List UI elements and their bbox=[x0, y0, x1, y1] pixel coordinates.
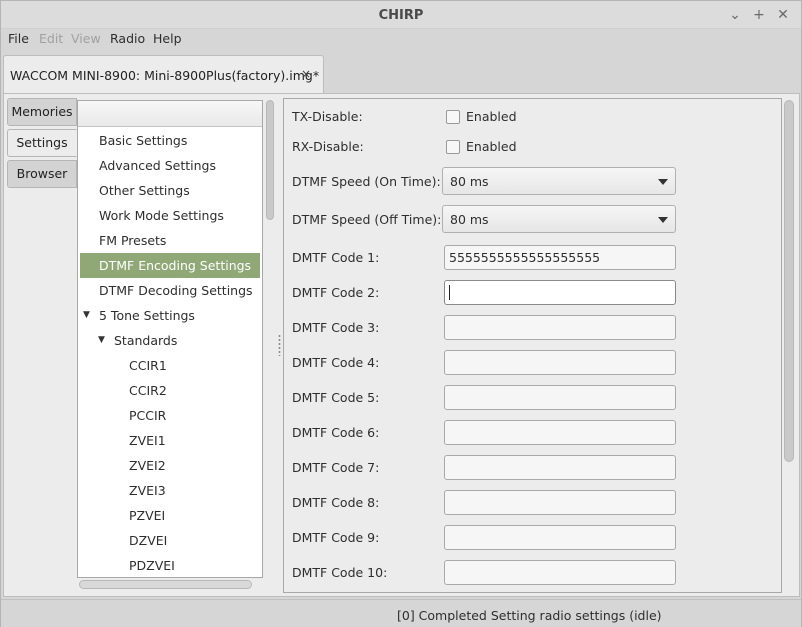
tree-item-label: Basic Settings bbox=[99, 133, 188, 148]
dtmf-code-8-label: DMTF Code 8: bbox=[292, 495, 380, 510]
dtmf-code-4-label: DMTF Code 4: bbox=[292, 355, 380, 370]
dtmf-code-9-field[interactable] bbox=[444, 525, 676, 550]
tree-item[interactable]: PZVEI bbox=[78, 503, 262, 528]
document-tab-label: WACCOM MINI-8900: Mini-8900Plus(factory)… bbox=[10, 68, 320, 83]
dtmf-code-3-field[interactable] bbox=[444, 315, 676, 340]
tree-horizontal-scrollbar[interactable] bbox=[79, 580, 252, 589]
dtmf-speed-on-value: 80 ms bbox=[450, 174, 489, 189]
dtmf-code-8-field[interactable] bbox=[444, 490, 676, 515]
tree-item[interactable]: PCCIR bbox=[78, 403, 262, 428]
tree-item-label: CCIR1 bbox=[129, 358, 167, 373]
menu-edit: Edit bbox=[39, 31, 64, 46]
dtmf-speed-off-label: DTMF Speed (Off Time): bbox=[292, 212, 442, 227]
tree-item[interactable]: CCIR2 bbox=[78, 378, 262, 403]
tree-item[interactable]: CCIR1 bbox=[78, 353, 262, 378]
tree-item-label: CCIR2 bbox=[129, 383, 167, 398]
dtmf-speed-off-select[interactable]: 80 ms bbox=[442, 205, 676, 233]
tree-item-label: DTMF Encoding Settings bbox=[99, 258, 252, 273]
menu-radio[interactable]: Radio bbox=[110, 31, 145, 46]
dtmf-code-2-label: DMTF Code 2: bbox=[292, 285, 380, 300]
dtmf-speed-on-select[interactable]: 80 ms bbox=[442, 167, 676, 195]
dtmf-code-2-field[interactable] bbox=[444, 280, 676, 305]
dtmf-code-1-label: DMTF Code 1: bbox=[292, 250, 380, 265]
tree-item-label: PZVEI bbox=[129, 508, 166, 523]
tree-item[interactable]: ZVEI2 bbox=[78, 453, 262, 478]
tree-item-label: ZVEI2 bbox=[129, 458, 166, 473]
dtmf-code-1-field[interactable]: 5555555555555555555 bbox=[444, 245, 676, 270]
tree-item[interactable]: Basic Settings bbox=[78, 128, 262, 153]
dtmf-code-5-label: DMTF Code 5: bbox=[292, 390, 380, 405]
tree-item[interactable]: Work Mode Settings bbox=[78, 203, 262, 228]
dtmf-speed-on-label: DTMF Speed (On Time): bbox=[292, 174, 441, 189]
dtmf-code-7-label: DMTF Code 7: bbox=[292, 460, 380, 475]
dtmf-code-10-field[interactable] bbox=[444, 560, 676, 585]
rx-disable-check-label[interactable]: Enabled bbox=[466, 139, 517, 154]
settings-tree: Basic Settings Advanced Settings Other S… bbox=[77, 100, 263, 578]
dtmf-code-9-label: DMTF Code 9: bbox=[292, 530, 380, 545]
tab-browser[interactable]: Browser bbox=[7, 160, 77, 188]
text-cursor bbox=[449, 285, 450, 300]
chevron-down-icon bbox=[658, 179, 668, 185]
tab-close-icon[interactable]: × bbox=[301, 67, 311, 81]
tx-disable-label: TX-Disable: bbox=[292, 109, 363, 124]
tree-column-header[interactable] bbox=[78, 101, 262, 127]
tree-item[interactable]: ▼ 5 Tone Settings bbox=[78, 303, 262, 328]
tree-item[interactable]: DTMF Decoding Settings bbox=[78, 278, 262, 303]
close-icon[interactable]: ✕ bbox=[773, 5, 793, 25]
tree-item-label: Advanced Settings bbox=[99, 158, 216, 173]
tree-item-label: DTMF Decoding Settings bbox=[99, 283, 253, 298]
tree-item-label: PDZVEI bbox=[129, 558, 175, 573]
tree-item[interactable]: ▼ Standards bbox=[78, 328, 262, 353]
chevron-down-icon bbox=[658, 217, 668, 223]
tree-vertical-scrollbar[interactable] bbox=[266, 100, 274, 220]
dtmf-code-3-label: DMTF Code 3: bbox=[292, 320, 380, 335]
tree-item-label: FM Presets bbox=[99, 233, 167, 248]
dtmf-code-6-label: DMTF Code 6: bbox=[292, 425, 380, 440]
tree-item[interactable]: PDZVEI bbox=[78, 553, 262, 577]
pane-resize-handle[interactable] bbox=[278, 334, 281, 356]
menu-view: View bbox=[71, 31, 101, 46]
tree-item-label: ZVEI1 bbox=[129, 433, 166, 448]
tree-item[interactable]: DZVEI bbox=[78, 528, 262, 553]
title-bar: CHIRP ⌄ + ✕ bbox=[1, 1, 801, 29]
tree-item[interactable]: Other Settings bbox=[78, 178, 262, 203]
tree-item-label: PCCIR bbox=[129, 408, 167, 423]
menu-help[interactable]: Help bbox=[153, 31, 182, 46]
dtmf-code-4-field[interactable] bbox=[444, 350, 676, 375]
dtmf-code-5-field[interactable] bbox=[444, 385, 676, 410]
rx-disable-checkbox[interactable] bbox=[446, 140, 460, 154]
tree-item-label: Other Settings bbox=[99, 183, 190, 198]
dtmf-code-7-field[interactable] bbox=[444, 455, 676, 480]
tab-settings[interactable]: Settings bbox=[7, 129, 77, 157]
tree-item-selected[interactable]: DTMF Encoding Settings bbox=[80, 253, 260, 278]
rx-disable-label: RX-Disable: bbox=[292, 139, 364, 154]
expander-down-icon[interactable]: ▼ bbox=[98, 328, 105, 353]
window-title: CHIRP bbox=[378, 8, 424, 23]
tree-item-label: Work Mode Settings bbox=[99, 208, 224, 223]
expander-down-icon[interactable]: ▼ bbox=[83, 303, 90, 328]
dtmf-speed-off-value: 80 ms bbox=[450, 212, 489, 227]
dtmf-code-10-label: DMTF Code 10: bbox=[292, 565, 388, 580]
tree-item-label: ZVEI3 bbox=[129, 483, 166, 498]
status-text: [0] Completed Setting radio settings (id… bbox=[397, 608, 662, 623]
tree-item[interactable]: FM Presets bbox=[78, 228, 262, 253]
tree-item[interactable]: ZVEI3 bbox=[78, 478, 262, 503]
tree-item-label: 5 Tone Settings bbox=[99, 308, 195, 323]
menu-bar: File Edit View Radio Help bbox=[1, 29, 801, 49]
maximize-icon[interactable]: + bbox=[749, 5, 769, 25]
tree-item[interactable]: Advanced Settings bbox=[78, 153, 262, 178]
tree-item[interactable]: ZVEI1 bbox=[78, 428, 262, 453]
tx-disable-check-label[interactable]: Enabled bbox=[466, 109, 517, 124]
document-tab[interactable]: WACCOM MINI-8900: Mini-8900Plus(factory)… bbox=[3, 55, 324, 93]
menu-file[interactable]: File bbox=[8, 31, 29, 46]
minimize-icon[interactable]: ⌄ bbox=[725, 5, 745, 25]
dtmf-code-6-field[interactable] bbox=[444, 420, 676, 445]
settings-vertical-scrollbar[interactable] bbox=[784, 100, 794, 462]
tx-disable-checkbox[interactable] bbox=[446, 110, 460, 124]
tab-memories[interactable]: Memories bbox=[7, 98, 77, 126]
app-window: CHIRP ⌄ + ✕ File Edit View Radio Help WA… bbox=[0, 0, 802, 627]
status-bar: [0] Completed Setting radio settings (id… bbox=[1, 599, 801, 627]
tree-item-label: Standards bbox=[114, 333, 178, 348]
tree-item-label: DZVEI bbox=[129, 533, 168, 548]
